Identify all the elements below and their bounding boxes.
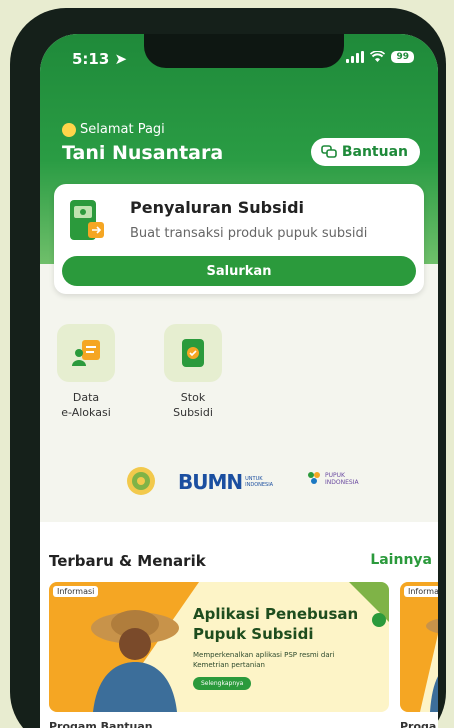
location-arrow-icon: ➤ — [114, 50, 128, 68]
banner-tag: Informasi — [53, 586, 99, 597]
stock-bag-icon — [182, 339, 204, 367]
chat-icon — [321, 145, 337, 158]
section-title: Terbaru & Menarik — [49, 552, 206, 570]
bumn-logo: BUMN UNTUK INDONESIA — [178, 470, 274, 494]
user-name: Tani Nusantara — [62, 142, 224, 164]
banner-read-more-button[interactable]: Selengkapnya — [193, 677, 252, 690]
sun-icon — [62, 122, 76, 137]
battery-icon: 99 — [391, 51, 414, 63]
menu-item-stok-subsidi[interactable]: Stok Subsidi — [153, 324, 233, 420]
menu-tile — [57, 324, 115, 382]
menu-item-data-e-alokasi[interactable]: Data e-Alokasi — [46, 324, 126, 420]
menu-label: Data e-Alokasi — [61, 391, 111, 419]
person-list-icon — [72, 340, 100, 366]
farmer-illustration — [91, 610, 179, 712]
help-button[interactable]: Bantuan — [310, 138, 420, 166]
distribute-button[interactable]: Salurkan — [62, 256, 416, 286]
wifi-icon — [370, 51, 386, 62]
phone-frame: 5:13 ➤ 99 Selamat Pagi Tani Nusantara Ba… — [10, 8, 446, 728]
pupuk-indonesia-logo: PUPUK INDONESIA — [306, 470, 365, 488]
status-time: 5:13 ➤ — [72, 50, 128, 68]
banner-tag: Informasi — [404, 586, 438, 597]
ministry-emblem-icon — [127, 467, 155, 495]
signal-icon — [346, 51, 365, 63]
card-title: Penyaluran Subsidi — [130, 198, 305, 217]
pupuk-mark-icon — [308, 472, 320, 484]
banner-decoration — [400, 582, 438, 712]
banner-card[interactable]: Informasi Aplikasi Penebusan Pupuk Subsi… — [49, 582, 389, 712]
banner-title: Aplikasi Penebusan Pupuk Subsidi — [193, 605, 359, 643]
status-icons: 99 — [346, 51, 414, 63]
subsidy-card: Penyaluran Subsidi Buat transaksi produk… — [54, 184, 424, 294]
partner-logos: BUMN UNTUK INDONESIA PUPUK INDONESIA — [40, 462, 438, 502]
card-subtitle: Buat transaksi produk pupuk subsidi — [130, 226, 368, 241]
news-section: Terbaru & Menarik Lainnya Informasi Apli… — [40, 522, 438, 728]
banner-card[interactable]: Informasi — [400, 582, 438, 712]
app-screen: 5:13 ➤ 99 Selamat Pagi Tani Nusantara Ba… — [40, 34, 438, 728]
help-label: Bantuan — [341, 144, 408, 160]
see-more-link[interactable]: Lainnya — [370, 552, 432, 568]
greeting: Selamat Pagi — [62, 122, 165, 137]
banner-caption: Progam Bantuan — [49, 720, 153, 728]
fertilizer-bag-icon — [70, 200, 104, 240]
menu-label: Stok Subsidi — [173, 391, 213, 419]
banner-caption: Proga — [400, 720, 437, 728]
banner-description: Memperkenalkan aplikasi PSP resmi dari K… — [193, 651, 335, 669]
notch — [144, 34, 344, 68]
greeting-text: Selamat Pagi — [80, 122, 165, 137]
menu-tile — [164, 324, 222, 382]
